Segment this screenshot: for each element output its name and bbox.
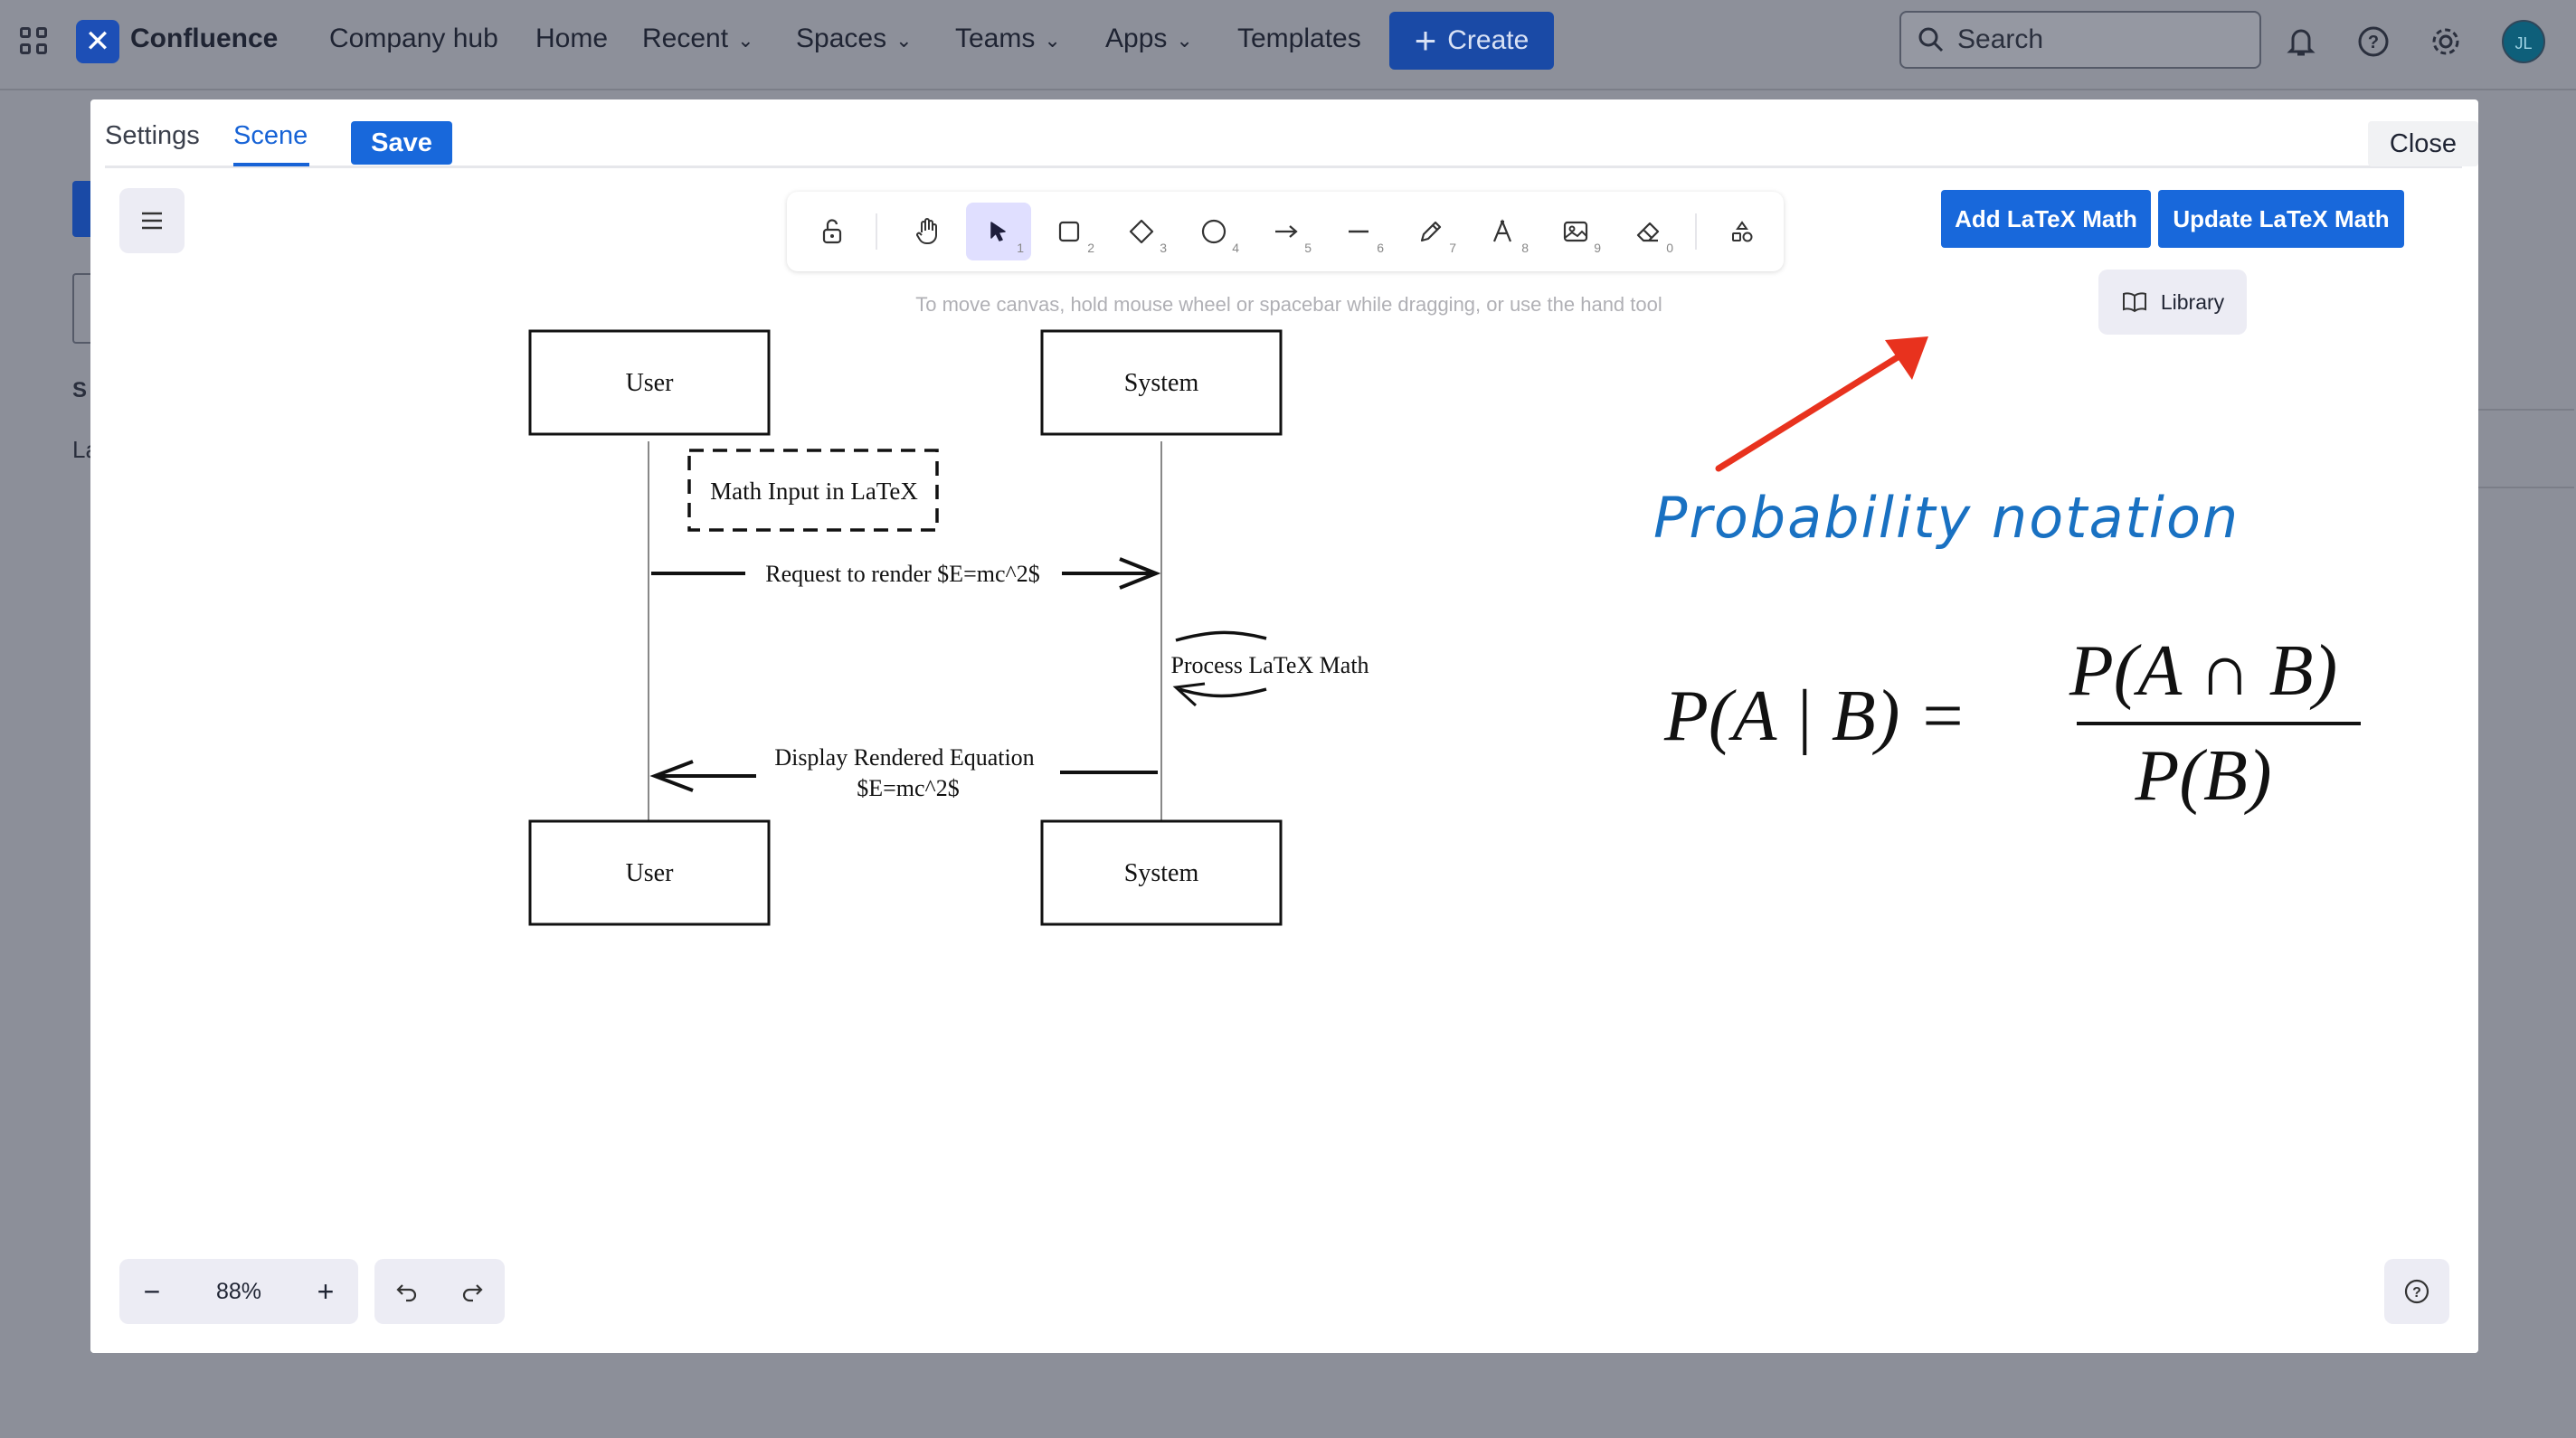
message-process[interactable]: Process LaTeX Math <box>1170 630 1369 707</box>
nav-company-hub[interactable]: Company hub <box>329 24 498 54</box>
formula-denominator: P(B) <box>2134 736 2271 816</box>
redo-icon <box>462 1284 483 1302</box>
chevron-down-icon: ⌄ <box>737 29 754 52</box>
settings-gear-icon[interactable] <box>2428 24 2464 60</box>
svg-text:?: ? <box>2412 1285 2421 1301</box>
nav-apps[interactable]: Apps ⌄ <box>1105 24 1193 54</box>
actor-user-top-label: User <box>626 369 675 397</box>
search-input[interactable]: Search <box>1899 11 2261 69</box>
tab-settings[interactable]: Settings <box>105 121 200 151</box>
handwritten-title[interactable]: Probability notation <box>1653 485 2240 551</box>
modal-tab-bar: Settings Scene Save Close <box>105 112 2478 168</box>
message-display[interactable]: Display Rendered Equation $E=mc^2$ <box>649 744 1158 801</box>
notifications-bell-icon[interactable] <box>2283 24 2319 60</box>
actor-user-top[interactable]: User <box>528 329 771 436</box>
confluence-logo-icon[interactable]: ✕ <box>76 20 119 63</box>
excalidraw-editor-modal: Settings Scene Save Close 1 2 3 4 5 6 7 … <box>90 99 2478 1353</box>
user-avatar[interactable]: JL <box>2502 20 2545 63</box>
close-button[interactable]: Close <box>2368 121 2478 166</box>
undo-button[interactable] <box>374 1259 440 1324</box>
actor-system-top-label: System <box>1124 369 1199 397</box>
message-request-label: Request to render $E=mc^2$ <box>765 561 1039 587</box>
annotation-arrow[interactable] <box>1715 336 1928 472</box>
history-controls <box>374 1259 505 1324</box>
formula-numerator: P(A ∩ B) <box>2069 631 2337 711</box>
create-button[interactable]: + Create <box>1389 12 1554 70</box>
nav-recent[interactable]: Recent ⌄ <box>642 24 754 54</box>
canvas-help-button[interactable]: ? <box>2384 1259 2449 1324</box>
background-section-label: S <box>72 378 88 402</box>
nav-templates[interactable]: Templates <box>1237 24 1361 54</box>
nav-home[interactable]: Home <box>535 24 608 54</box>
drawing-canvas[interactable]: 1 2 3 4 5 6 7 8 9 0 To move canvas, hold… <box>90 172 2478 1353</box>
zoom-level[interactable]: 88% <box>201 1279 277 1305</box>
redo-button[interactable] <box>440 1259 505 1324</box>
top-navigation: ✕ Confluence Company hub Home Recent ⌄ Sp… <box>0 0 2576 90</box>
actor-system-bottom-label: System <box>1124 859 1199 887</box>
svg-text:?: ? <box>2368 33 2379 52</box>
note-label: Math Input in LaTeX <box>710 478 918 505</box>
latex-formula[interactable]: P(A | B) = P(A ∩ B) P(B) <box>1574 624 2388 850</box>
actor-system-bottom[interactable]: System <box>1040 819 1283 926</box>
actor-user-bottom[interactable]: User <box>528 819 771 926</box>
actor-user-bottom-label: User <box>626 859 675 887</box>
nav-spaces[interactable]: Spaces ⌄ <box>796 24 913 54</box>
formula-lhs: P(A | B) = <box>1663 676 1966 756</box>
background-divider <box>2478 487 2574 488</box>
zoom-out-button[interactable]: − <box>119 1259 185 1324</box>
active-tab-indicator <box>233 163 309 166</box>
message-display-label-line1: Display Rendered Equation <box>774 744 1034 771</box>
zoom-in-button[interactable]: + <box>293 1259 358 1324</box>
zoom-controls: − 88% + <box>119 1259 358 1324</box>
tab-scene[interactable]: Scene <box>233 121 308 151</box>
message-display-label-line2: $E=mc^2$ <box>857 775 960 801</box>
brand-name[interactable]: Confluence <box>130 24 278 54</box>
nav-teams[interactable]: Teams ⌄ <box>955 24 1061 54</box>
background-divider <box>2478 409 2574 411</box>
plus-icon: + <box>1414 19 1437 61</box>
help-circle-icon: ? <box>2404 1279 2429 1304</box>
actor-system-top[interactable]: System <box>1040 329 1283 436</box>
save-button[interactable]: Save <box>351 121 452 165</box>
chevron-down-icon: ⌄ <box>895 29 913 52</box>
message-process-label: Process LaTeX Math <box>1170 652 1368 678</box>
message-request[interactable]: Request to render $E=mc^2$ <box>651 557 1161 590</box>
app-switcher-icon[interactable] <box>20 27 51 58</box>
search-icon <box>1918 27 1944 52</box>
help-icon[interactable]: ? <box>2355 24 2391 60</box>
chevron-down-icon: ⌄ <box>1176 29 1193 52</box>
chevron-down-icon: ⌄ <box>1044 29 1061 52</box>
undo-icon <box>396 1284 417 1302</box>
note-box[interactable]: Math Input in LaTeX <box>687 449 939 532</box>
